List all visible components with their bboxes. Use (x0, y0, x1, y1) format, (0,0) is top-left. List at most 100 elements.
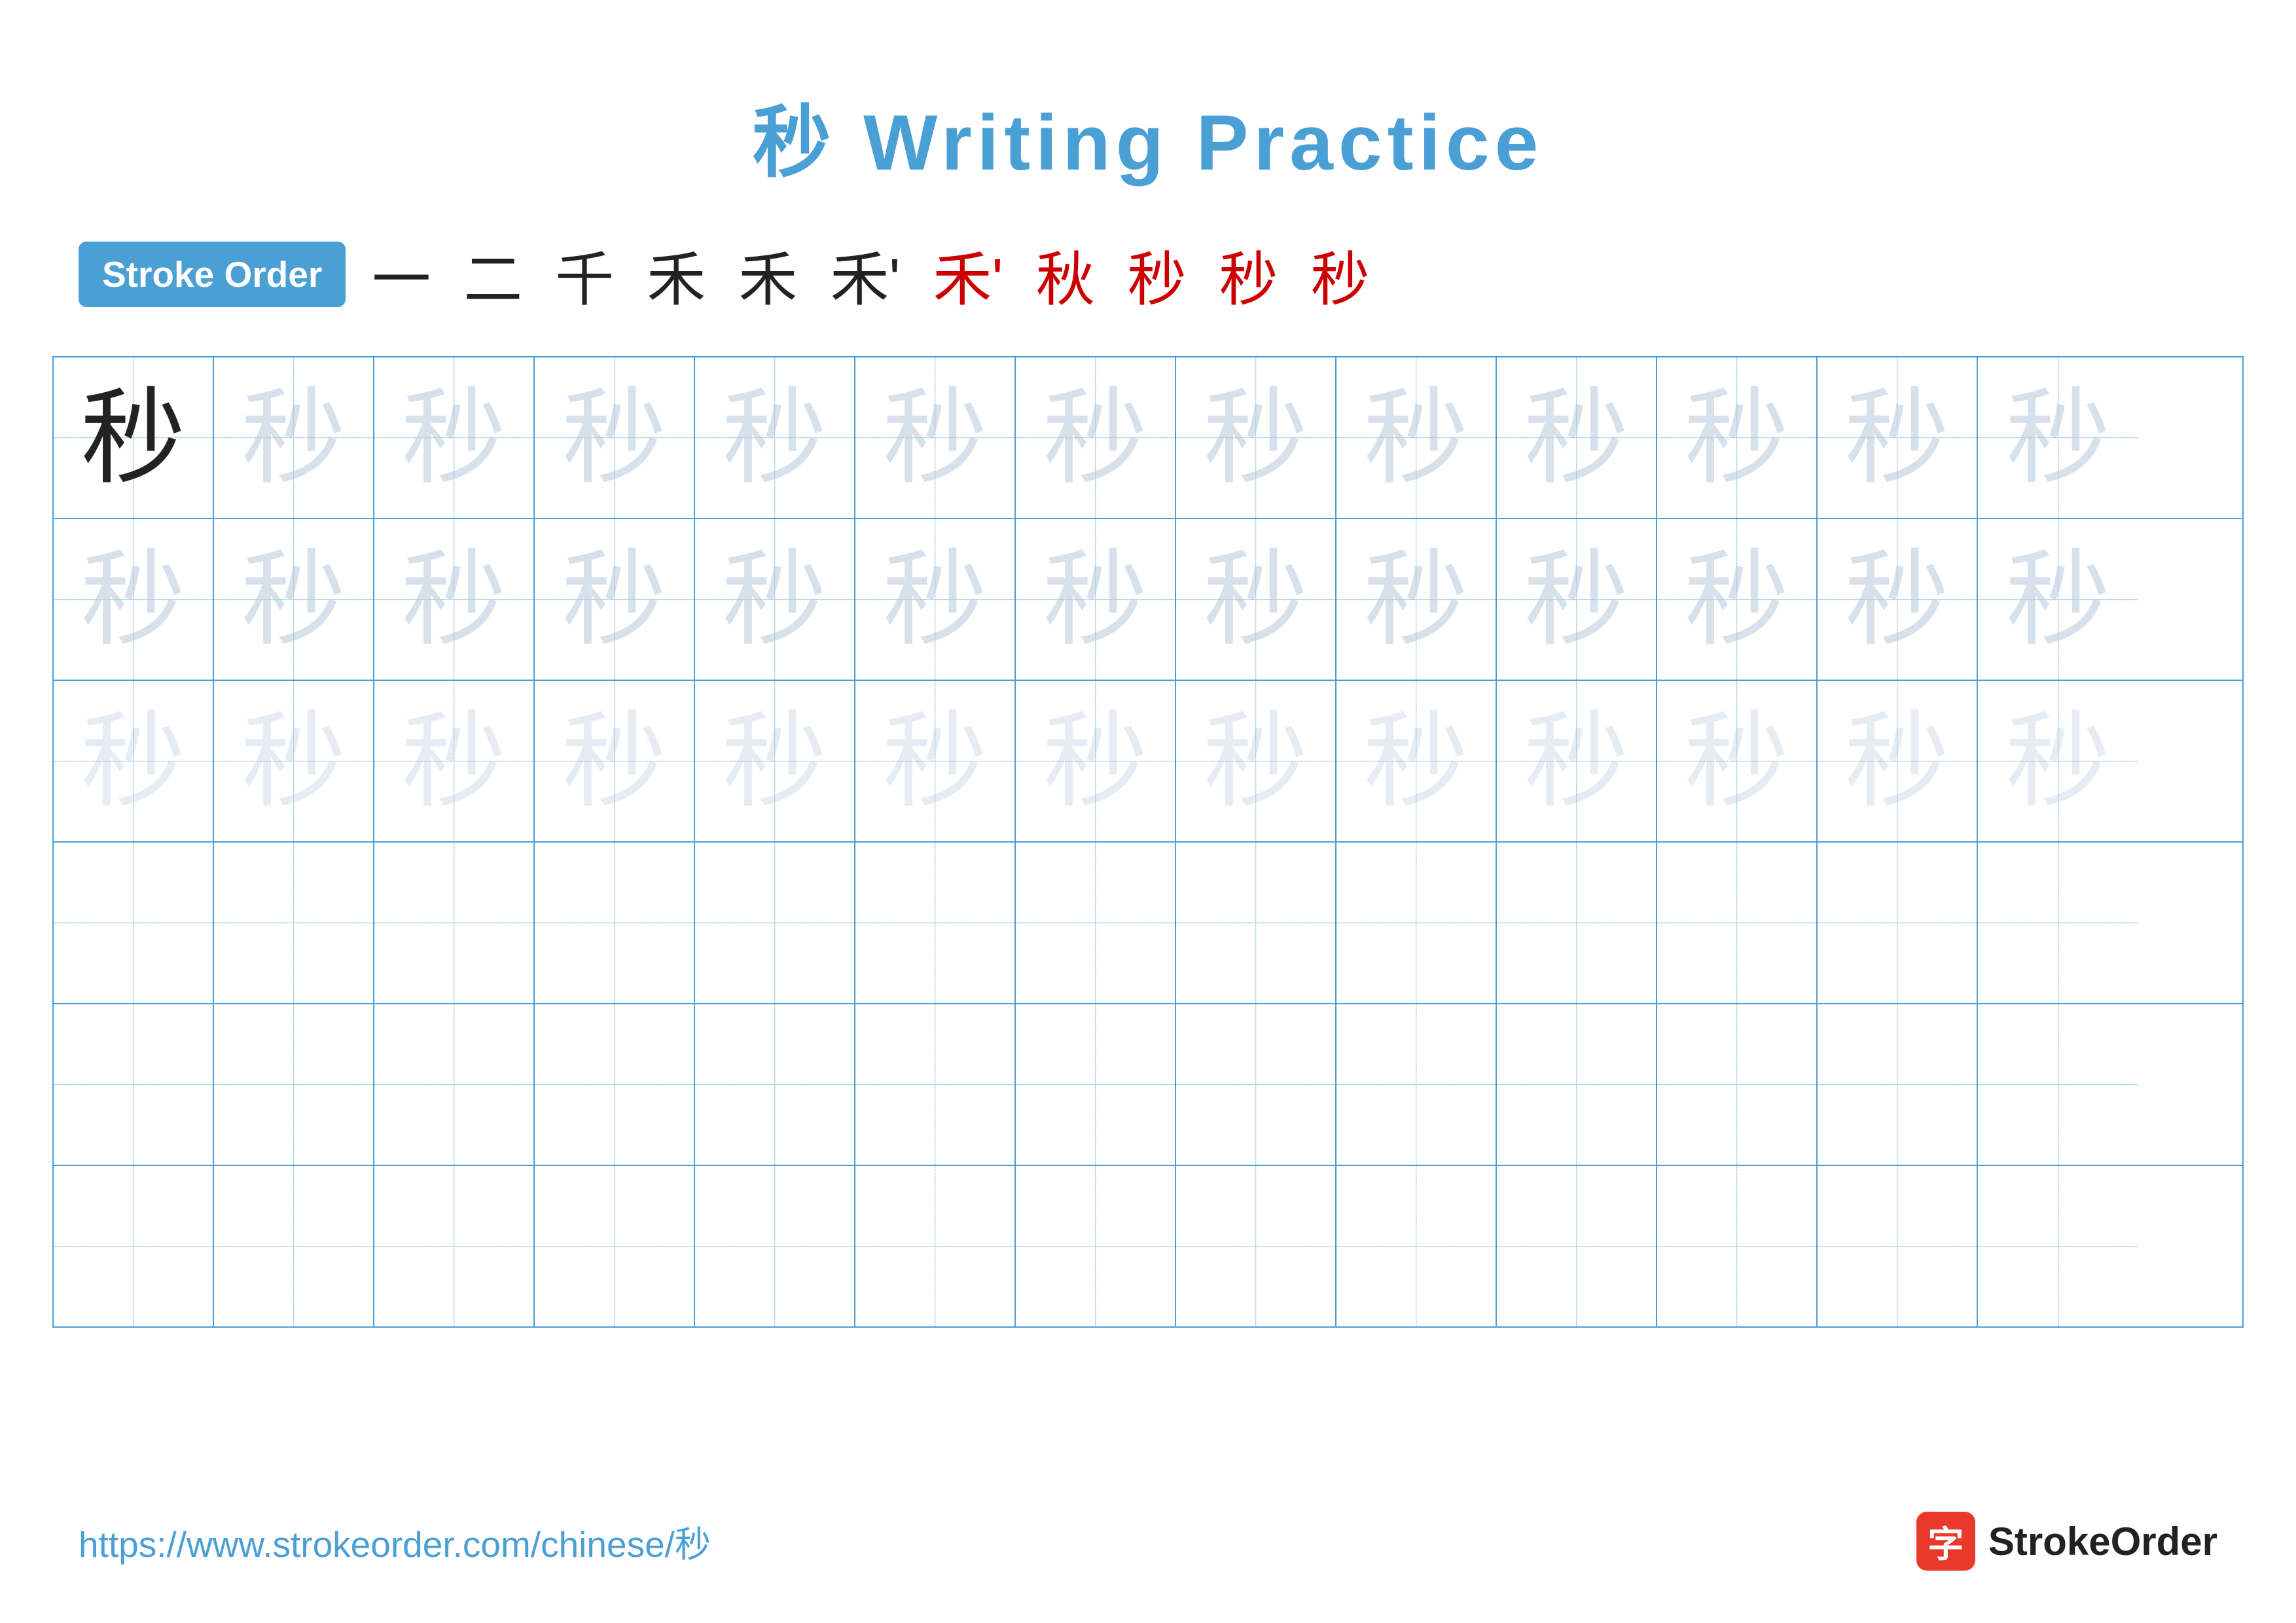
grid-cell[interactable] (1818, 843, 1978, 1003)
grid-cell[interactable] (695, 843, 855, 1003)
grid-cell[interactable] (54, 1004, 214, 1165)
grid-cell[interactable]: 秒 (1497, 519, 1657, 680)
grid-cell[interactable]: 秒 (855, 519, 1016, 680)
cell-guide (1336, 1166, 1496, 1326)
grid-cell[interactable] (1657, 1004, 1818, 1165)
grid-cell[interactable] (695, 1166, 855, 1326)
grid-cell[interactable] (1176, 1166, 1336, 1326)
stroke-5: 禾 (738, 232, 797, 317)
grid-row[interactable]: 秒秒秒秒秒秒秒秒秒秒秒秒秒 (54, 519, 2242, 681)
practice-char: 秒 (1203, 547, 1308, 652)
grid-cell[interactable]: 秒 (1176, 357, 1336, 518)
grid-cell[interactable] (374, 843, 535, 1003)
grid-cell[interactable]: 秒 (1016, 681, 1176, 841)
grid-cell[interactable]: 秒 (374, 357, 535, 518)
grid-cell[interactable]: 秒 (1497, 357, 1657, 518)
grid-cell[interactable] (855, 1004, 1016, 1165)
grid-cell[interactable]: 秒 (1336, 681, 1497, 841)
cell-guide (1016, 843, 1175, 1003)
cell-guide (535, 843, 694, 1003)
grid-cell[interactable]: 秒 (695, 681, 855, 841)
grid-cell[interactable] (535, 843, 695, 1003)
grid-row[interactable]: 秒秒秒秒秒秒秒秒秒秒秒秒秒 (54, 681, 2242, 843)
grid-cell[interactable] (1016, 1004, 1176, 1165)
grid-cell[interactable]: 秒 (1016, 519, 1176, 680)
footer-url[interactable]: https://www.strokeorder.com/chinese/秒 (79, 1515, 711, 1567)
grid-cell[interactable] (54, 1166, 214, 1326)
grid-cell[interactable]: 秒 (214, 357, 374, 518)
grid-cell[interactable] (855, 843, 1016, 1003)
grid-cell[interactable]: 秒 (1497, 681, 1657, 841)
grid-cell[interactable] (1818, 1004, 1978, 1165)
grid-cell[interactable] (374, 1166, 535, 1326)
grid-cell[interactable]: 秒 (695, 519, 855, 680)
grid-cell[interactable] (695, 1004, 855, 1165)
grid-cell[interactable] (1336, 1166, 1497, 1326)
grid-cell[interactable] (1016, 1166, 1176, 1326)
stroke-order-row: Stroke Order 一 二 千 禾 禾 禾' 禾' 秋 秒 秒 秒 (0, 192, 2296, 343)
grid-cell[interactable] (1497, 1166, 1657, 1326)
grid-cell[interactable] (1176, 843, 1336, 1003)
grid-cell[interactable] (214, 843, 374, 1003)
grid-cell[interactable]: 秒 (1978, 681, 2138, 841)
practice-char: 秒 (81, 547, 185, 652)
grid-row[interactable] (54, 1004, 2242, 1166)
grid-cell[interactable]: 秒 (1336, 519, 1497, 680)
grid-cell[interactable]: 秒 (1176, 519, 1336, 680)
grid-cell[interactable]: 秒 (214, 519, 374, 680)
grid-cell[interactable]: 秒 (1818, 519, 1978, 680)
grid-cell[interactable] (1818, 1166, 1978, 1326)
grid-cell[interactable] (374, 1004, 535, 1165)
grid-cell[interactable] (535, 1166, 695, 1326)
grid-cell[interactable] (214, 1166, 374, 1326)
stroke-order-badge: Stroke Order (79, 242, 346, 307)
grid-cell[interactable]: 秒 (1657, 681, 1818, 841)
grid-row[interactable]: 秒秒秒秒秒秒秒秒秒秒秒秒秒 (54, 357, 2242, 519)
grid-row[interactable] (54, 1166, 2242, 1326)
grid-cell[interactable]: 秒 (1657, 357, 1818, 518)
grid-cell[interactable] (214, 1004, 374, 1165)
grid-cell[interactable]: 秒 (535, 681, 695, 841)
grid-cell[interactable]: 秒 (535, 519, 695, 680)
cell-guide (1176, 1166, 1335, 1326)
grid-cell[interactable]: 秒 (695, 357, 855, 518)
page-title: 秒 Writing Practice (0, 0, 2296, 192)
grid-cell[interactable]: 秒 (1657, 519, 1818, 680)
grid-cell[interactable] (535, 1004, 695, 1165)
grid-cell[interactable]: 秒 (1978, 519, 2138, 680)
grid-cell[interactable]: 秒 (535, 357, 695, 518)
grid-cell[interactable]: 秒 (855, 357, 1016, 518)
grid-cell[interactable]: 秒 (54, 681, 214, 841)
grid-cell[interactable]: 秒 (374, 519, 535, 680)
grid-cell[interactable]: 秒 (54, 519, 214, 680)
grid-cell[interactable] (1978, 1004, 2138, 1165)
grid-cell[interactable]: 秒 (1176, 681, 1336, 841)
grid-cell[interactable] (1176, 1004, 1336, 1165)
grid-cell[interactable] (1497, 1004, 1657, 1165)
grid-row[interactable] (54, 843, 2242, 1004)
grid-cell[interactable]: 秒 (1336, 357, 1497, 518)
practice-char: 秒 (401, 709, 506, 814)
grid-cell[interactable] (1497, 843, 1657, 1003)
grid-cell[interactable]: 秒 (1016, 357, 1176, 518)
grid-cell[interactable]: 秒 (374, 681, 535, 841)
grid-cell[interactable]: 秒 (54, 357, 214, 518)
grid-cell[interactable] (1336, 843, 1497, 1003)
grid-cell[interactable] (1978, 843, 2138, 1003)
grid-cell[interactable] (1978, 1166, 2138, 1326)
cell-guide (1818, 1004, 1977, 1165)
grid-cell[interactable]: 秒 (1818, 357, 1978, 518)
grid-cell[interactable] (1657, 1166, 1818, 1326)
practice-char: 秒 (1363, 386, 1468, 490)
grid-cell[interactable]: 秒 (214, 681, 374, 841)
cell-guide (374, 1166, 533, 1326)
grid-cell[interactable]: 秒 (1978, 357, 2138, 518)
grid-cell[interactable]: 秒 (855, 681, 1016, 841)
grid-cell[interactable] (54, 843, 214, 1003)
grid-cell[interactable] (1657, 843, 1818, 1003)
cell-guide (1818, 843, 1977, 1003)
grid-cell[interactable]: 秒 (1818, 681, 1978, 841)
grid-cell[interactable] (855, 1166, 1016, 1326)
grid-cell[interactable] (1016, 843, 1176, 1003)
grid-cell[interactable] (1336, 1004, 1497, 1165)
